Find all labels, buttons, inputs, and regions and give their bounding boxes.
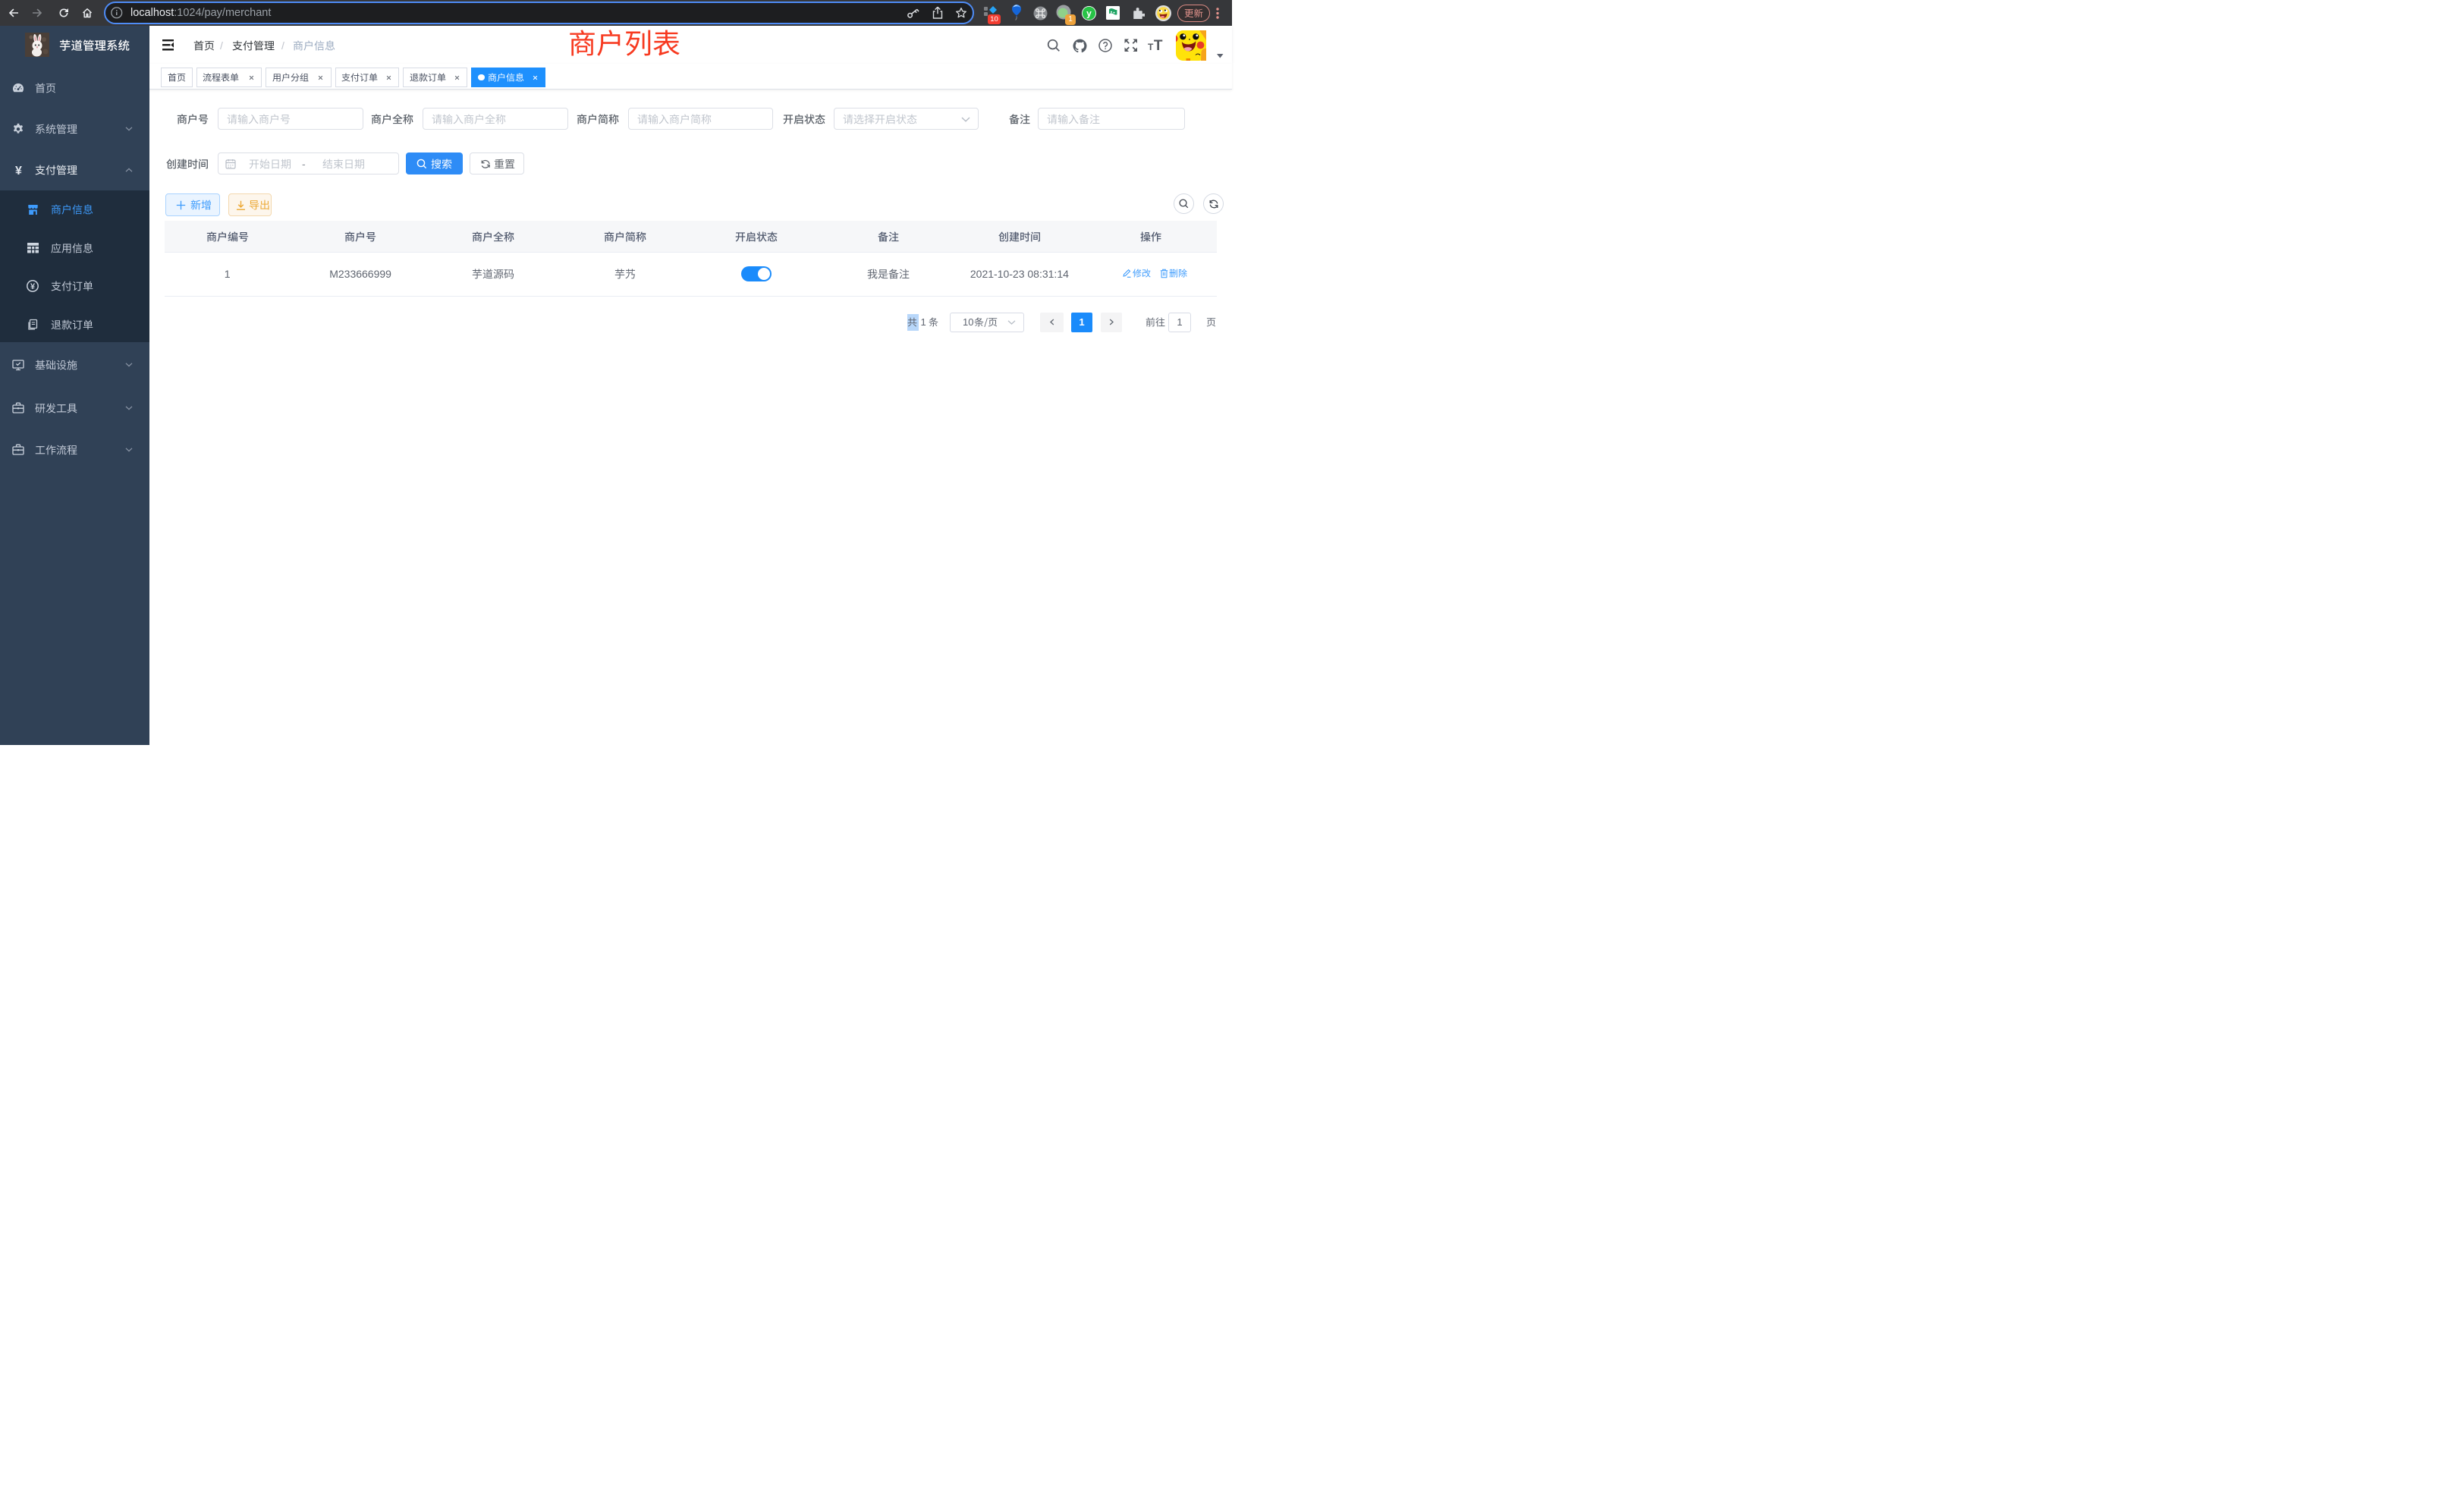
svg-text:y: y [1086, 8, 1092, 18]
svg-text:¥: ¥ [30, 282, 36, 291]
svg-text:¥: ¥ [15, 165, 22, 176]
